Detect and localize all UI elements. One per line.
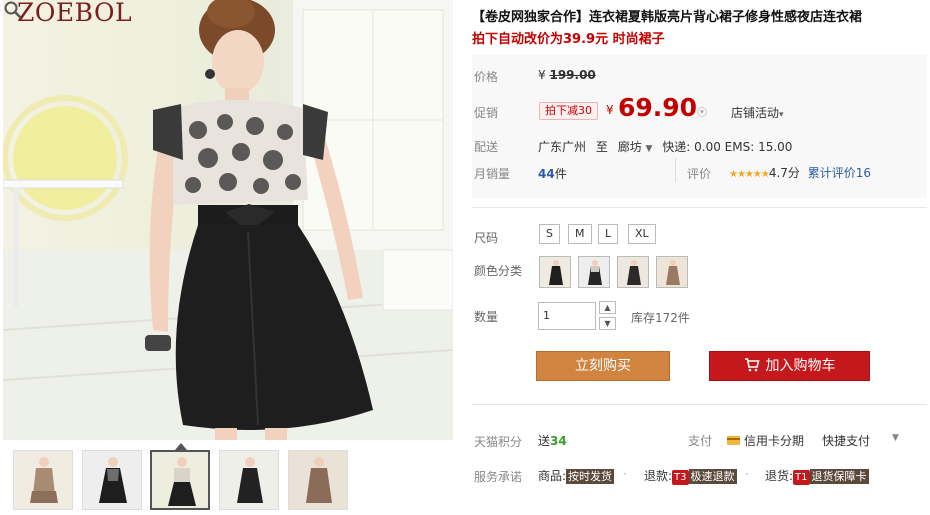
size-option-xl[interactable]: XL	[628, 224, 656, 244]
divider	[472, 404, 927, 405]
price-label: 价格	[474, 70, 499, 84]
chevron-down-icon[interactable]: ▾	[697, 106, 707, 117]
credit-installment-label: 信用卡分期	[744, 434, 805, 448]
service-refund: 退款: T3 极速退款	[644, 467, 737, 485]
service-return: 退货: T1 退货保障卡	[765, 467, 869, 485]
product-title: 【卷皮网独家合作】连衣裙夏韩版亮片背心裙子修身性感夜店连衣裙	[472, 10, 863, 25]
main-product-image[interactable]: ZOEBOL	[3, 0, 453, 440]
quick-pay[interactable]: 快捷支付	[822, 432, 870, 449]
points-label: 天猫积分	[474, 435, 523, 449]
caret-down-icon[interactable]: ▼	[892, 433, 899, 443]
quantity-decrease-button[interactable]: ▼	[599, 317, 616, 330]
return-guarantee-badge[interactable]: 退货保障卡	[809, 469, 869, 484]
size-option-m[interactable]: M	[568, 224, 592, 244]
thumbnail-2[interactable]	[82, 450, 142, 510]
fast-refund-badge[interactable]: 极速退款	[688, 469, 737, 484]
product-page: ZOEBOL 【卷皮网独家合作】连衣裙夏韩版亮片背心裙子修身性感夜店连衣裙 拍下…	[0, 0, 930, 515]
add-to-cart-button[interactable]: 加入购物车	[709, 351, 870, 381]
points-info: 送34	[538, 432, 567, 449]
credit-installment[interactable]: 信用卡分期	[727, 432, 804, 449]
cart-icon	[744, 357, 760, 371]
rating-label: 评价	[687, 167, 712, 181]
sales-count: 44	[538, 167, 555, 181]
caret-down-icon: ▼	[645, 144, 653, 154]
star-rating-icon: ★★★★★	[729, 169, 770, 180]
reviews-link[interactable]: 累计评价16	[808, 166, 871, 180]
original-price-value: 199.00	[549, 68, 596, 82]
promo-label: 促销	[474, 106, 499, 120]
thumbnail-pointer	[175, 443, 187, 450]
credit-card-icon	[727, 436, 740, 445]
color-option-1[interactable]	[539, 256, 571, 288]
ship-to-word: 至	[595, 140, 608, 154]
points-value: 34	[550, 434, 567, 448]
points-prefix: 送	[538, 434, 551, 448]
shipping-fees: 快递: 0.00 EMS: 15.00	[662, 140, 793, 154]
shop-activity-dropdown[interactable]: 店铺活动▾	[731, 104, 784, 121]
original-price: ¥ 199.00	[538, 68, 596, 82]
service-label: 服务承诺	[474, 470, 523, 484]
return-label: 退款:	[644, 469, 673, 483]
promo-tag: 拍下减30	[539, 102, 598, 120]
rating-score: 4.7分	[768, 166, 800, 180]
size-option-s[interactable]: S	[539, 224, 560, 244]
thumbnail-strip	[10, 450, 355, 510]
payment-label: 支付	[688, 434, 713, 448]
separator-dot: ·	[745, 467, 749, 481]
shipping-label: 配送	[474, 140, 499, 154]
monthly-sales: 44件	[538, 165, 567, 182]
add-to-cart-label: 加入购物车	[765, 358, 836, 374]
currency-symbol: ¥	[538, 68, 546, 82]
thumbnail-3[interactable]	[150, 450, 210, 510]
quantity-input[interactable]: 1	[538, 302, 596, 330]
price-dropdown[interactable]: ▾	[697, 104, 707, 118]
ship-from: 广东广州	[538, 140, 587, 154]
on-time-badge[interactable]: 按时发货	[566, 469, 615, 484]
color-option-3[interactable]	[617, 256, 649, 288]
ship-to: 廊坊	[617, 140, 642, 154]
thumbnail-5[interactable]	[288, 450, 348, 510]
color-option-2[interactable]	[578, 256, 610, 288]
stock-count: 库存172件	[631, 311, 690, 325]
separator-dot: ·	[623, 467, 627, 481]
color-label: 颜色分类	[474, 264, 523, 278]
color-option-4[interactable]	[656, 256, 688, 288]
promo-price: 69.90	[618, 93, 698, 122]
chevron-down-icon: ▾	[779, 110, 784, 120]
divider	[472, 207, 927, 208]
shipping-info: 广东广州 至 廊坊 ▼ 快递: 0.00 EMS: 15.00	[538, 138, 792, 155]
promo-currency: ¥	[606, 103, 614, 117]
refund-label: 退货:	[765, 469, 794, 483]
goods-label: 商品:	[538, 469, 567, 483]
size-option-l[interactable]: L	[598, 224, 619, 244]
sales-unit: 件	[554, 167, 567, 181]
divider	[675, 158, 676, 182]
quantity-label: 数量	[474, 310, 499, 324]
shop-activity-label: 店铺活动	[731, 106, 780, 120]
rating: ★★★★★4.7分 累计评价16	[729, 164, 871, 181]
thumbnail-1[interactable]	[13, 450, 73, 510]
brand-logo: ZOEBOL	[17, 0, 133, 27]
product-subtitle: 拍下自动改价为39.9元 时尚裙子	[472, 32, 665, 47]
buy-now-button[interactable]: 立刻购买	[536, 351, 670, 381]
quantity-increase-button[interactable]: ▲	[599, 301, 616, 314]
monthly-sales-label: 月销量	[474, 167, 511, 181]
thumbnail-4[interactable]	[219, 450, 279, 510]
magnifier-icon[interactable]	[3, 0, 23, 20]
model-photo	[3, 0, 453, 440]
ship-to-select[interactable]: 廊坊 ▼	[618, 140, 653, 154]
size-label: 尺码	[474, 231, 499, 245]
service-goods: 商品: 按时发货	[538, 467, 615, 484]
t1-badge: T1	[793, 470, 810, 485]
t3-badge: T3	[672, 470, 689, 485]
